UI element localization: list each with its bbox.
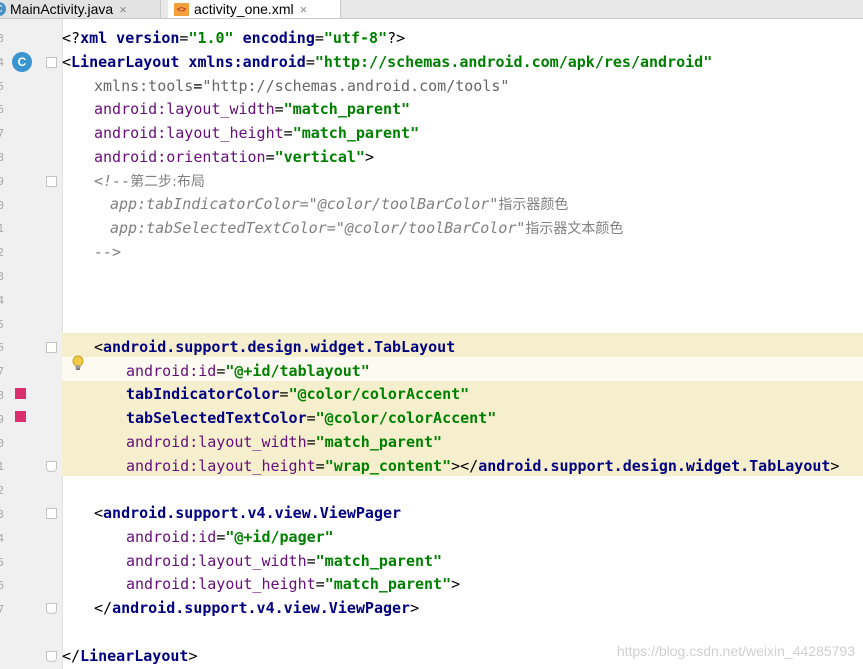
code-line[interactable]: android:orientation="vertical"> [94, 147, 374, 167]
line-number: 0 [0, 436, 4, 450]
fold-toggle-icon[interactable] [46, 57, 57, 68]
line-number: 5 [0, 317, 4, 331]
code-line[interactable]: android:id="@+id/pager" [126, 527, 334, 547]
code-line[interactable]: android:layout_width="match_parent" [126, 551, 442, 571]
line-number: 1 [0, 460, 4, 474]
fold-toggle-icon[interactable] [46, 342, 57, 353]
bookmark-icon[interactable] [15, 388, 26, 399]
code-line[interactable]: tabIndicatorColor="@color/colorAccent" [126, 384, 469, 404]
xml-file-icon: <> [174, 2, 189, 16]
line-number: 2 [0, 246, 4, 260]
line-number: 7 [0, 127, 4, 141]
tab-main-activity[interactable]: C MainActivity.java × [0, 0, 161, 18]
comment-line[interactable]: <!--第二步:布局 [94, 171, 205, 192]
tab-label: activity_one.xml [194, 1, 294, 17]
close-icon[interactable]: × [300, 2, 308, 17]
bookmark-icon[interactable] [15, 411, 26, 422]
code-line[interactable]: <android.support.v4.view.ViewPager [94, 503, 401, 523]
code-line[interactable]: </android.support.v4.view.ViewPager> [94, 598, 419, 618]
code-line[interactable]: android:layout_height="match_parent" [94, 123, 419, 143]
line-number: 1 [0, 222, 4, 236]
line-number: 6 [0, 341, 4, 355]
watermark: https://blog.csdn.net/weixin_44285793 [616, 643, 855, 659]
fold-end-icon[interactable] [46, 651, 57, 662]
tab-label: MainActivity.java [10, 1, 114, 17]
close-icon[interactable]: × [119, 2, 127, 17]
fold-end-icon[interactable] [46, 461, 57, 472]
line-number: 5 [0, 555, 4, 569]
line-number: 8 [0, 389, 4, 402]
code-line[interactable]: <?xml version="1.0" encoding="utf-8"?> [62, 28, 405, 48]
code-line[interactable]: android:layout_height="match_parent"> [126, 574, 460, 594]
code-line[interactable]: xmlns:tools="http://schemas.android.com/… [94, 76, 509, 96]
fold-end-icon[interactable] [46, 603, 57, 614]
line-number: 3 [0, 270, 4, 283]
fold-toggle-icon[interactable] [46, 508, 57, 519]
intention-bulb-icon[interactable] [71, 355, 85, 371]
line-number: 8 [0, 151, 4, 164]
line-number: 9 [0, 174, 4, 188]
code-line[interactable]: android:layout_width="match_parent" [126, 432, 442, 452]
line-number: 5 [0, 79, 4, 93]
code-line[interactable]: <android.support.design.widget.TabLayout [94, 337, 455, 357]
fold-toggle-icon[interactable] [46, 176, 57, 187]
line-number: 3 [0, 508, 4, 521]
line-number: 4 [0, 293, 4, 307]
editor-tab-bar: C MainActivity.java × <> activity_one.xm… [0, 0, 863, 19]
code-line[interactable]: </LinearLayout> [62, 646, 197, 666]
code-line[interactable]: android:id="@+id/tablayout" [126, 361, 370, 381]
line-number: 4 [0, 55, 4, 69]
tab-activity-one-xml[interactable]: <> activity_one.xml × [168, 0, 341, 18]
line-number: 6 [0, 579, 4, 593]
line-number: 7 [0, 365, 4, 379]
comment-line[interactable]: --> [94, 242, 121, 262]
class-gutter-icon[interactable]: C [12, 52, 32, 72]
comment-line[interactable]: app:tabSelectedTextColor="@color/toolBar… [110, 218, 623, 239]
line-number: 0 [0, 198, 4, 212]
line-number: 7 [0, 603, 4, 617]
line-number: 2 [0, 484, 4, 498]
line-number: 4 [0, 531, 4, 545]
line-number: 3 [0, 32, 4, 45]
line-number: 6 [0, 103, 4, 117]
java-class-icon: C [0, 2, 6, 16]
line-number: 9 [0, 412, 4, 426]
code-line[interactable]: tabSelectedTextColor="@color/colorAccent… [126, 408, 496, 428]
code-line[interactable]: android:layout_height="wrap_content"></a… [126, 456, 839, 476]
code-line[interactable]: android:layout_width="match_parent" [94, 99, 410, 119]
code-line[interactable]: <LinearLayout xmlns:android="http://sche… [62, 52, 712, 72]
comment-line[interactable]: app:tabIndicatorColor="@color/toolBarCol… [110, 194, 568, 215]
